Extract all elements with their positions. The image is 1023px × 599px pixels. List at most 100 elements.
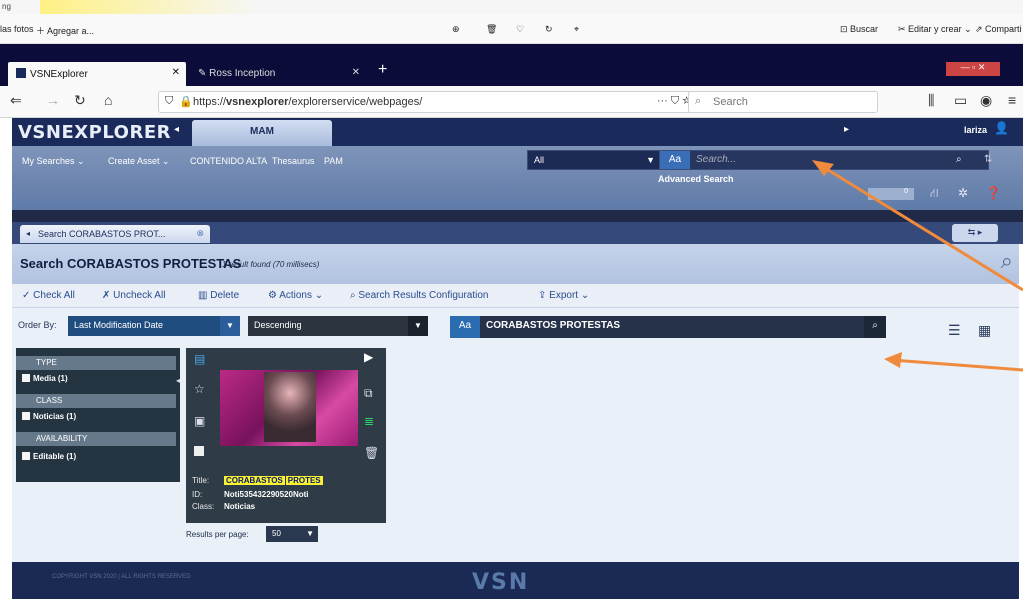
list-view-icon[interactable]: ☰ xyxy=(948,322,961,339)
browser-search[interactable]: ⌕ Search xyxy=(688,91,878,113)
rpp-value: 50 xyxy=(272,529,281,538)
media-thumbnail[interactable] xyxy=(220,370,358,446)
archive-icon[interactable]: ▣ xyxy=(194,414,205,428)
config-label: Search Results Configuration xyxy=(358,290,489,301)
account-icon[interactable]: ◉ xyxy=(980,92,992,109)
page-actions-icon[interactable]: ··· ⛉ ☆ xyxy=(657,95,691,108)
footer: COPYRIGHT VSN 2020 | ALL RIGHTS RESERVED… xyxy=(12,562,1019,599)
play-icon[interactable]: ▶ xyxy=(364,350,373,364)
save-icon[interactable]: ▤ xyxy=(194,352,205,366)
order-direction-select[interactable]: Descending ▼ xyxy=(248,316,428,336)
help-icon[interactable]: ❓ xyxy=(986,186,1001,200)
rpp-select[interactable]: 50 ▼ xyxy=(266,526,318,542)
bookmark-agregar[interactable]: ＋ Agregar a... xyxy=(36,24,94,37)
facet-item-media[interactable]: Media (1) xyxy=(22,374,68,383)
gear-icon[interactable]: ✲ xyxy=(958,186,968,200)
compartir-button[interactable]: ⇗ Comparti xyxy=(975,24,1022,35)
trash-icon[interactable]: 🗑 xyxy=(486,24,497,35)
breadcrumb-tab[interactable]: ◂ Search CORABASTOS PROT... ⊗ xyxy=(20,225,210,243)
case-toggle[interactable]: Aa xyxy=(660,151,690,169)
panel-toggle-icon[interactable]: ⇆ ▸ xyxy=(952,224,998,242)
facet-head-type: TYPE xyxy=(16,356,176,370)
bookmark-fotos[interactable]: las fotos xyxy=(0,24,34,34)
menu-pam[interactable]: PAM xyxy=(324,156,343,166)
plus-icon: ＋ xyxy=(36,26,48,36)
search-icon[interactable]: ⌕ xyxy=(864,316,886,338)
url-bar[interactable]: ⛉ 🔒 https://vsnexplorer/explorerservice/… xyxy=(158,91,698,113)
tree-icon[interactable]: ⛙ xyxy=(930,186,938,202)
tab-mam[interactable]: MAM xyxy=(192,120,332,146)
reload-icon[interactable]: ↻ xyxy=(74,92,86,109)
facet-item-noticias[interactable]: Noticias (1) xyxy=(22,412,76,421)
result-card[interactable]: ▤ ▶ ☆ ⧉ ▣ ≣ 🗑 Title: CORABASTOS PROTES ID:… xyxy=(186,348,386,523)
tab-ross[interactable]: ✎ Ross Inception ✕ xyxy=(190,62,366,86)
collapse-icon[interactable]: ◂ xyxy=(176,376,180,385)
results-config-button[interactable]: ⌕ Search Results Configuration xyxy=(350,290,488,301)
menu-label: Create Asset xyxy=(108,156,160,166)
delete-button[interactable]: ▥ Delete xyxy=(198,290,239,301)
back-icon[interactable]: ⇐ xyxy=(10,92,22,109)
facet-item-editable[interactable]: Editable (1) xyxy=(22,452,76,461)
browser-search-placeholder: Search xyxy=(713,96,748,108)
app-search-input[interactable]: Aa Search... xyxy=(659,150,989,170)
facet-panel: TYPE Media (1) CLASS Noticias (1) AVAILA… xyxy=(16,348,180,482)
star-icon[interactable]: ☆ xyxy=(194,382,205,396)
order-field-select[interactable]: Last Modification Date ▼ xyxy=(68,316,240,336)
checkbox[interactable] xyxy=(194,446,204,456)
titlebar-strip xyxy=(0,44,1023,58)
filter-icon[interactable]: ⇅ xyxy=(984,154,992,165)
actions-button[interactable]: ⚙ Actions ⌄ xyxy=(268,290,323,301)
check-all-button[interactable]: ✓ Check All xyxy=(22,290,75,301)
checkbox[interactable] xyxy=(22,412,30,420)
card-id: ID: Noti535432290520Noti xyxy=(192,490,309,499)
uncheck-all-button[interactable]: ✗ Uncheck All xyxy=(102,290,165,301)
export-button[interactable]: ⇪ Export ⌄ xyxy=(538,290,589,301)
user-icon[interactable]: 👤 xyxy=(994,121,1009,135)
menu-icon[interactable]: ≡ xyxy=(1008,92,1016,108)
link-icon[interactable]: ⧉ xyxy=(364,386,373,401)
search-icon[interactable]: ⌕ xyxy=(956,154,962,165)
scope-select[interactable]: All ▼ xyxy=(527,150,662,170)
rpp-label: Results per page: xyxy=(186,530,249,539)
buscar-button[interactable]: ⊡ Buscar xyxy=(840,24,878,35)
sidebar-icon[interactable]: ▭ xyxy=(954,92,967,109)
close-circle-icon[interactable]: ⊗ xyxy=(196,228,204,239)
grid-view-icon[interactable]: ▦ xyxy=(978,322,991,339)
heart-icon[interactable]: ♡ xyxy=(516,24,524,35)
home-icon[interactable]: ⌂ xyxy=(104,92,112,108)
menu-my-searches[interactable]: My Searches ⌄ xyxy=(22,156,85,167)
checkbox[interactable] xyxy=(22,374,30,382)
title-key: Title: xyxy=(192,476,210,485)
user-name[interactable]: lariza xyxy=(964,125,987,135)
menu-contenido-alta[interactable]: CONTENIDO ALTA xyxy=(190,156,267,166)
results-search-input[interactable]: Aa CORABASTOS PROTESTAS ⌕ xyxy=(450,316,886,338)
case-toggle[interactable]: Aa xyxy=(450,316,480,338)
counter-badge[interactable]: 0 xyxy=(868,188,914,200)
editar-button[interactable]: ✂ Editar y crear ⌄ xyxy=(898,24,972,35)
url-path: /explorerservice/webpages/ xyxy=(288,96,423,108)
app-header: VSNEXPLORER ◂ MAM ▸ lariza 👤 xyxy=(12,118,1023,146)
pin-icon[interactable]: ⌖ xyxy=(574,24,579,35)
chevron-right-icon[interactable]: ▸ xyxy=(844,124,849,135)
refresh-icon[interactable]: ↻ xyxy=(545,24,553,35)
chevron-down-icon: ▼ xyxy=(306,529,314,538)
library-icon[interactable]: ⫼ xyxy=(928,92,934,109)
menu-thesaurus[interactable]: Thesaurus xyxy=(272,156,315,166)
new-tab-icon[interactable]: + xyxy=(378,61,387,79)
database-icon[interactable]: ≣ xyxy=(364,414,374,428)
close-icon[interactable]: ✕ xyxy=(352,67,360,78)
checkbox[interactable] xyxy=(22,452,30,460)
trash-icon[interactable]: 🗑 xyxy=(364,446,379,460)
tab-ross-label: Ross Inception xyxy=(209,68,276,79)
window-controls-icon[interactable]: — ▫ ✕ xyxy=(946,62,1000,76)
tab-vsnexplorer[interactable]: VSNExplorer ✕ xyxy=(8,62,186,86)
close-icon[interactable]: ✕ xyxy=(172,67,180,78)
zoom-icon[interactable]: ⊕ xyxy=(452,24,460,35)
advanced-search-link[interactable]: Advanced Search xyxy=(658,174,734,184)
check-all-label: Check All xyxy=(33,290,75,301)
chevron-left-icon[interactable]: ◂ xyxy=(174,124,179,135)
card-title: Title: CORABASTOS PROTES xyxy=(192,476,323,485)
forward-icon[interactable]: → xyxy=(46,92,60,108)
zoom-search-icon[interactable]: ⌕ xyxy=(1001,248,1013,274)
menu-create-asset[interactable]: Create Asset ⌄ xyxy=(108,156,170,167)
